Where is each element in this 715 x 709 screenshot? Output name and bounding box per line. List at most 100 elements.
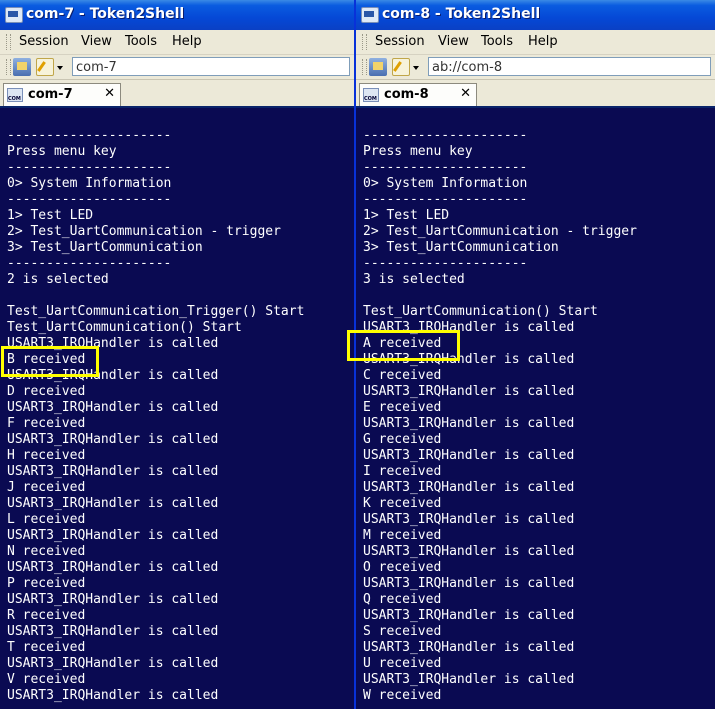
terminal-line: J received xyxy=(7,480,86,495)
terminal-line: --------------------- xyxy=(363,256,528,271)
grip-handle[interactable] xyxy=(362,34,367,50)
tab-com-8[interactable]: com-8 ✕ xyxy=(359,83,477,106)
terminal-line: 1> Test LED xyxy=(363,208,450,223)
terminal-line: --------------------- xyxy=(7,160,172,175)
dropdown-arrow-icon[interactable] xyxy=(57,66,63,70)
terminal-line: E received xyxy=(363,400,442,415)
terminal-line: USART3_IRQHandler is called xyxy=(7,528,219,543)
terminal-line: S received xyxy=(363,624,442,639)
terminal-line: C received xyxy=(363,368,442,383)
terminal-line: --------------------- xyxy=(363,192,528,207)
terminal-line: P received xyxy=(7,576,86,591)
terminal-line: --------------------- xyxy=(7,128,172,143)
title-bar[interactable]: com-7 - Token2Shell xyxy=(0,0,354,30)
terminal-line: T received xyxy=(7,640,86,655)
menu-help[interactable]: Help xyxy=(528,34,558,49)
window-title: com-7 - Token2Shell xyxy=(26,6,185,22)
terminal-line: I received xyxy=(363,464,442,479)
terminal-line: 1> Test LED xyxy=(7,208,94,223)
menu-bar: Session View Tools Help xyxy=(356,30,715,55)
terminal-line: USART3_IRQHandler is called xyxy=(7,688,219,703)
connect-icon[interactable] xyxy=(369,58,387,76)
toolbar: com-7 xyxy=(0,55,354,80)
terminal-line: Press menu key xyxy=(363,144,473,159)
terminal-line: 2> Test_UartCommunication - trigger xyxy=(7,224,281,239)
terminal-line: 2> Test_UartCommunication - trigger xyxy=(363,224,637,239)
tab-label: com-7 xyxy=(28,87,73,102)
terminal-line: K received xyxy=(363,496,442,511)
close-icon[interactable]: ✕ xyxy=(104,86,115,101)
terminal-line: Q received xyxy=(363,592,442,607)
terminal-line: USART3_IRQHandler is called xyxy=(363,416,575,431)
terminal-line: USART3_IRQHandler is called xyxy=(363,448,575,463)
terminal[interactable]: --------------------- Press menu key -----… xyxy=(0,108,354,709)
edit-icon[interactable] xyxy=(36,58,54,76)
terminal-line: USART3_IRQHandler is called xyxy=(7,432,219,447)
terminal-line: 3 is selected xyxy=(363,272,465,287)
title-bar[interactable]: com-8 - Token2Shell xyxy=(356,0,715,30)
menu-bar: Session View Tools Help xyxy=(0,30,354,55)
terminal-line: Press menu key xyxy=(7,144,117,159)
address-input[interactable]: com-7 xyxy=(72,57,350,76)
close-icon[interactable]: ✕ xyxy=(460,86,471,101)
terminal-line: USART3_IRQHandler is called xyxy=(7,464,219,479)
terminal-line: R received xyxy=(7,608,86,623)
terminal-line: USART3_IRQHandler is called xyxy=(363,640,575,655)
terminal-line: USART3_IRQHandler is called xyxy=(363,576,575,591)
terminal-line: Test_UartCommunication_Trigger() Start xyxy=(7,304,305,319)
terminal-line: 2 is selected xyxy=(7,272,109,287)
menu-view[interactable]: View xyxy=(438,34,469,49)
terminal-line: --------------------- xyxy=(7,192,172,207)
menu-session[interactable]: Session xyxy=(375,34,425,49)
terminal-line: USART3_IRQHandler is called xyxy=(7,624,219,639)
terminal-line: USART3_IRQHandler is called xyxy=(7,400,219,415)
terminal-line: M received xyxy=(363,528,442,543)
com-port-icon xyxy=(363,88,379,102)
terminal-line: USART3_IRQHandler is called xyxy=(7,592,219,607)
edit-icon[interactable] xyxy=(392,58,410,76)
window-title: com-8 - Token2Shell xyxy=(382,6,541,22)
terminal-line: G received xyxy=(363,432,442,447)
tab-label: com-8 xyxy=(384,87,429,102)
terminal-line: 3> Test_UartCommunication xyxy=(363,240,559,255)
terminal-line: N received xyxy=(7,544,86,559)
tab-bar: com-7 ✕ xyxy=(0,80,354,108)
terminal-line: USART3_IRQHandler is called xyxy=(7,656,219,671)
terminal-line: --------------------- xyxy=(363,128,528,143)
terminal-line: 0> System Information xyxy=(7,176,172,191)
terminal-line: O received xyxy=(363,560,442,575)
menu-help[interactable]: Help xyxy=(172,34,202,49)
terminal-line: USART3_IRQHandler is called xyxy=(363,384,575,399)
tab-com-7[interactable]: com-7 ✕ xyxy=(3,83,121,106)
tab-bar: com-8 ✕ xyxy=(356,80,715,108)
terminal-line: USART3_IRQHandler is called xyxy=(363,480,575,495)
terminal-line: USART3_IRQHandler is called xyxy=(363,672,575,687)
highlight-box-a-received xyxy=(347,330,460,361)
dropdown-arrow-icon[interactable] xyxy=(413,66,419,70)
grip-handle[interactable] xyxy=(6,59,11,75)
grip-handle[interactable] xyxy=(6,34,11,50)
terminal-line: Test_UartCommunication() Start xyxy=(7,320,242,335)
terminal-line: L received xyxy=(7,512,86,527)
terminal-line: W received xyxy=(363,688,442,703)
terminal-line: F received xyxy=(7,416,86,431)
grip-handle[interactable] xyxy=(362,59,367,75)
terminal-line: H received xyxy=(7,448,86,463)
terminal-line: USART3_IRQHandler is called xyxy=(7,560,219,575)
terminal-output: --------------------- Press menu key -----… xyxy=(363,128,637,704)
menu-session[interactable]: Session xyxy=(19,34,69,49)
connect-icon[interactable] xyxy=(13,58,31,76)
terminal-output: --------------------- Press menu key -----… xyxy=(7,128,304,704)
highlight-box-b-received xyxy=(1,346,99,377)
menu-view[interactable]: View xyxy=(81,34,112,49)
menu-tools[interactable]: Tools xyxy=(481,34,513,49)
terminal-line: 0> System Information xyxy=(363,176,528,191)
menu-tools[interactable]: Tools xyxy=(125,34,157,49)
toolbar: ab://com-8 xyxy=(356,55,715,80)
terminal-line: USART3_IRQHandler is called xyxy=(363,512,575,527)
app-icon xyxy=(361,7,379,23)
com-port-icon xyxy=(7,88,23,102)
terminal[interactable]: --------------------- Press menu key -----… xyxy=(356,108,715,709)
address-input[interactable]: ab://com-8 xyxy=(428,57,711,76)
